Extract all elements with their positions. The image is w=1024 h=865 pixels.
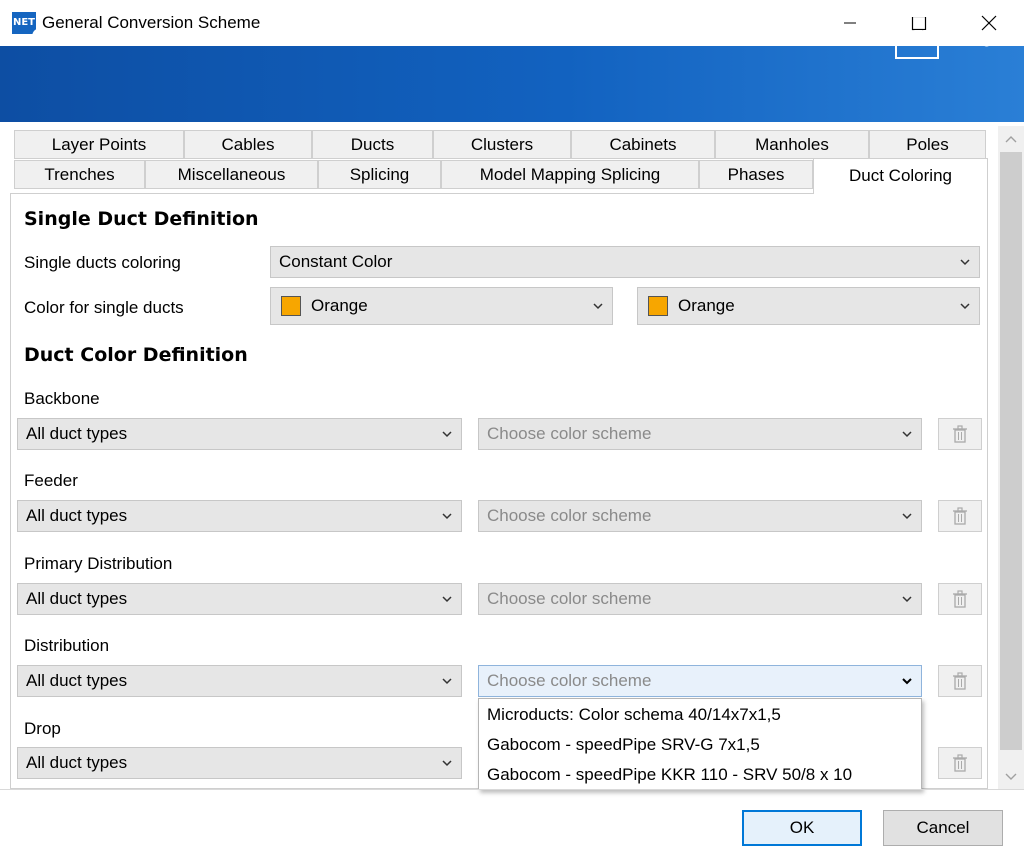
primary-distribution-delete-button[interactable] <box>938 583 982 615</box>
distribution-delete-button[interactable] <box>938 665 982 697</box>
dropdown-option[interactable]: Microducts: Color schema 40/14x7x1,5 <box>487 705 781 725</box>
single-duct-section-title: Single Duct Definition <box>24 208 259 230</box>
tab-model-mapping-splicing[interactable]: Model Mapping Splicing <box>441 160 699 189</box>
tab-splicing[interactable]: Splicing <box>318 160 441 189</box>
feeder-duct-type-select[interactable]: All duct types <box>17 500 462 532</box>
single-duct-color-value-2: Orange <box>678 296 735 315</box>
chevron-down-icon <box>902 596 912 603</box>
distribution-label: Distribution <box>24 636 110 655</box>
backbone-scheme-select[interactable]: Choose color scheme <box>478 418 922 450</box>
chevron-down-icon <box>902 678 912 685</box>
scroll-down-icon[interactable] <box>1003 768 1019 787</box>
distribution-scheme-placeholder: Choose color scheme <box>487 671 652 690</box>
feeder-label: Feeder <box>24 471 78 490</box>
trash-icon <box>953 590 967 608</box>
tab-layer-points[interactable]: Layer Points <box>14 130 184 159</box>
chevron-down-icon <box>442 431 452 438</box>
tab-poles[interactable]: Poles <box>869 130 986 159</box>
tab-duct-coloring[interactable]: Duct Coloring <box>813 158 988 194</box>
trash-icon <box>953 754 967 772</box>
feeder-scheme-select[interactable]: Choose color scheme <box>478 500 922 532</box>
cancel-button[interactable]: Cancel <box>883 810 1003 846</box>
drop-delete-button[interactable] <box>938 747 982 779</box>
header-banner <box>0 46 1024 122</box>
header-title: General Conversion Scheme <box>31 26 379 51</box>
tab-phases[interactable]: Phases <box>699 160 813 189</box>
chevron-down-icon <box>442 760 452 767</box>
drop-duct-type-value: All duct types <box>26 753 128 772</box>
dropdown-option[interactable]: Gabocom - speedPipe KKR 110 - SRV 50/8 x… <box>487 765 852 785</box>
chevron-down-icon <box>593 303 603 310</box>
backbone-duct-type-value: All duct types <box>26 424 128 443</box>
trash-icon <box>953 672 967 690</box>
minimize-button[interactable] <box>827 0 873 46</box>
feeder-scheme-placeholder: Choose color scheme <box>487 506 652 525</box>
orange-swatch <box>648 296 668 316</box>
single-duct-color-select-2[interactable]: Orange <box>637 287 980 325</box>
tab-cabinets[interactable]: Cabinets <box>571 130 715 159</box>
distribution-duct-type-select[interactable]: All duct types <box>17 665 462 697</box>
tab-manholes[interactable]: Manholes <box>715 130 869 159</box>
tab-trenches[interactable]: Trenches <box>14 160 145 189</box>
netdesign-logo-mark: NET <box>895 15 939 59</box>
tab-ducts[interactable]: Ducts <box>312 130 433 159</box>
primary-distribution-scheme-select[interactable]: Choose color scheme <box>478 583 922 615</box>
ok-button[interactable]: OK <box>742 810 862 846</box>
chevron-down-icon <box>960 259 970 266</box>
backbone-duct-type-select[interactable]: All duct types <box>17 418 462 450</box>
feeder-delete-button[interactable] <box>938 500 982 532</box>
backbone-scheme-placeholder: Choose color scheme <box>487 424 652 443</box>
primary-distribution-duct-type-select[interactable]: All duct types <box>17 583 462 615</box>
chevron-down-icon <box>960 303 970 310</box>
tab-cables[interactable]: Cables <box>184 130 312 159</box>
single-ducts-coloring-label: Single ducts coloring <box>24 253 181 272</box>
single-ducts-coloring-value: Constant Color <box>279 252 393 271</box>
scrollbar-thumb[interactable] <box>1000 152 1022 750</box>
distribution-scheme-select[interactable]: Choose color scheme <box>478 665 922 697</box>
tab-clusters[interactable]: Clusters <box>433 130 571 159</box>
single-ducts-coloring-select[interactable]: Constant Color <box>270 246 980 278</box>
feeder-duct-type-value: All duct types <box>26 506 128 525</box>
trash-icon <box>953 425 967 443</box>
drop-label: Drop <box>24 719 61 738</box>
chevron-down-icon <box>442 513 452 520</box>
chevron-down-icon <box>902 513 912 520</box>
footer-divider <box>0 789 1024 790</box>
trash-icon <box>953 507 967 525</box>
color-scheme-dropdown-list: Microducts: Color schema 40/14x7x1,5 Gab… <box>478 698 922 790</box>
minimize-icon <box>844 22 856 24</box>
panel-top-border <box>10 193 813 194</box>
single-duct-color-select-1[interactable]: Orange <box>270 287 613 325</box>
chevron-down-icon <box>442 596 452 603</box>
dropdown-option[interactable]: Gabocom - speedPipe SRV-G 7x1,5 <box>487 735 760 755</box>
color-single-ducts-label: Color for single ducts <box>24 298 184 317</box>
single-duct-color-value-1: Orange <box>311 296 368 315</box>
orange-swatch <box>281 296 301 316</box>
primary-distribution-label: Primary Distribution <box>24 554 173 573</box>
chevron-down-icon <box>902 431 912 438</box>
primary-distribution-duct-type-value: All duct types <box>26 589 128 608</box>
duct-color-section-title: Duct Color Definition <box>24 344 248 366</box>
distribution-duct-type-value: All duct types <box>26 671 128 690</box>
logo-mark-text: NET <box>900 27 934 46</box>
netdesign-logo-text: Design <box>948 28 1001 47</box>
drop-duct-type-select[interactable]: All duct types <box>17 747 462 779</box>
chevron-down-icon <box>442 678 452 685</box>
scroll-up-icon[interactable] <box>1003 130 1019 149</box>
backbone-label: Backbone <box>24 389 100 408</box>
tab-miscellaneous[interactable]: Miscellaneous <box>145 160 318 189</box>
backbone-delete-button[interactable] <box>938 418 982 450</box>
primary-distribution-scheme-placeholder: Choose color scheme <box>487 589 652 608</box>
